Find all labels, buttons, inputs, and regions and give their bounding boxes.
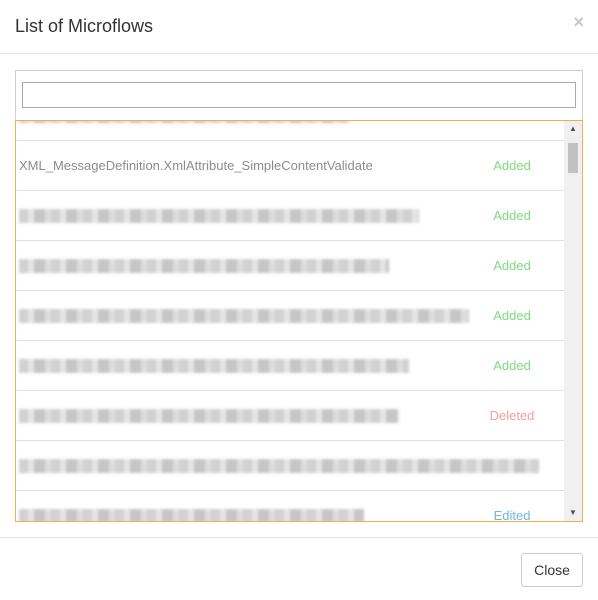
microflow-name: XML_MessageDefinition.XmlAttribute_Simpl…	[19, 158, 373, 173]
search-input[interactable]	[22, 82, 576, 108]
redacted-microflow-name	[19, 409, 399, 423]
status-label: Added	[493, 308, 531, 323]
arrow-up-icon[interactable]: ▲	[564, 121, 582, 137]
redacted-microflow-name	[19, 309, 469, 323]
status-label: Added	[493, 208, 531, 223]
arrow-down-icon[interactable]: ▼	[564, 505, 582, 521]
redacted-microflow-name	[19, 121, 349, 123]
status-label: Edited	[493, 508, 531, 521]
close-button[interactable]: Close	[521, 553, 583, 587]
status-label: Added	[493, 158, 531, 173]
list-item[interactable]	[16, 121, 564, 141]
list-item[interactable]: Edited	[16, 491, 564, 521]
microflows-modal: List of Microflows × XML_MessageDefiniti…	[0, 0, 598, 600]
list-item[interactable]: XML_MessageDefinition.XmlAttribute_Simpl…	[16, 141, 564, 191]
list-viewport: XML_MessageDefinition.XmlAttribute_Simpl…	[16, 121, 564, 521]
redacted-microflow-name	[19, 509, 364, 521]
redacted-microflow-name	[19, 209, 419, 223]
redacted-microflow-name	[19, 259, 389, 273]
status-label: Added	[493, 258, 531, 273]
modal-body: XML_MessageDefinition.XmlAttribute_Simpl…	[0, 55, 598, 537]
modal-title: List of Microflows	[15, 16, 154, 36]
list-item[interactable]: Added	[16, 291, 564, 341]
redacted-microflow-name	[19, 359, 409, 373]
microflow-list: XML_MessageDefinition.XmlAttribute_Simpl…	[15, 120, 583, 522]
list-item[interactable]	[16, 441, 564, 491]
status-label: Deleted	[489, 408, 535, 423]
modal-footer: Close	[0, 537, 598, 600]
list-item[interactable]: Added	[16, 191, 564, 241]
close-icon[interactable]: ×	[573, 10, 584, 34]
scrollbar-thumb[interactable]	[568, 143, 578, 173]
modal-header: List of Microflows ×	[0, 0, 598, 54]
vertical-scrollbar[interactable]: ▲ ▼	[564, 121, 582, 521]
list-rows: XML_MessageDefinition.XmlAttribute_Simpl…	[16, 121, 564, 521]
microflow-list-panel: XML_MessageDefinition.XmlAttribute_Simpl…	[15, 70, 583, 522]
list-item[interactable]: Added	[16, 341, 564, 391]
redacted-microflow-name	[19, 459, 539, 473]
status-label: Added	[493, 358, 531, 373]
list-item[interactable]: Added	[16, 241, 564, 291]
list-item[interactable]: Deleted	[16, 391, 564, 441]
